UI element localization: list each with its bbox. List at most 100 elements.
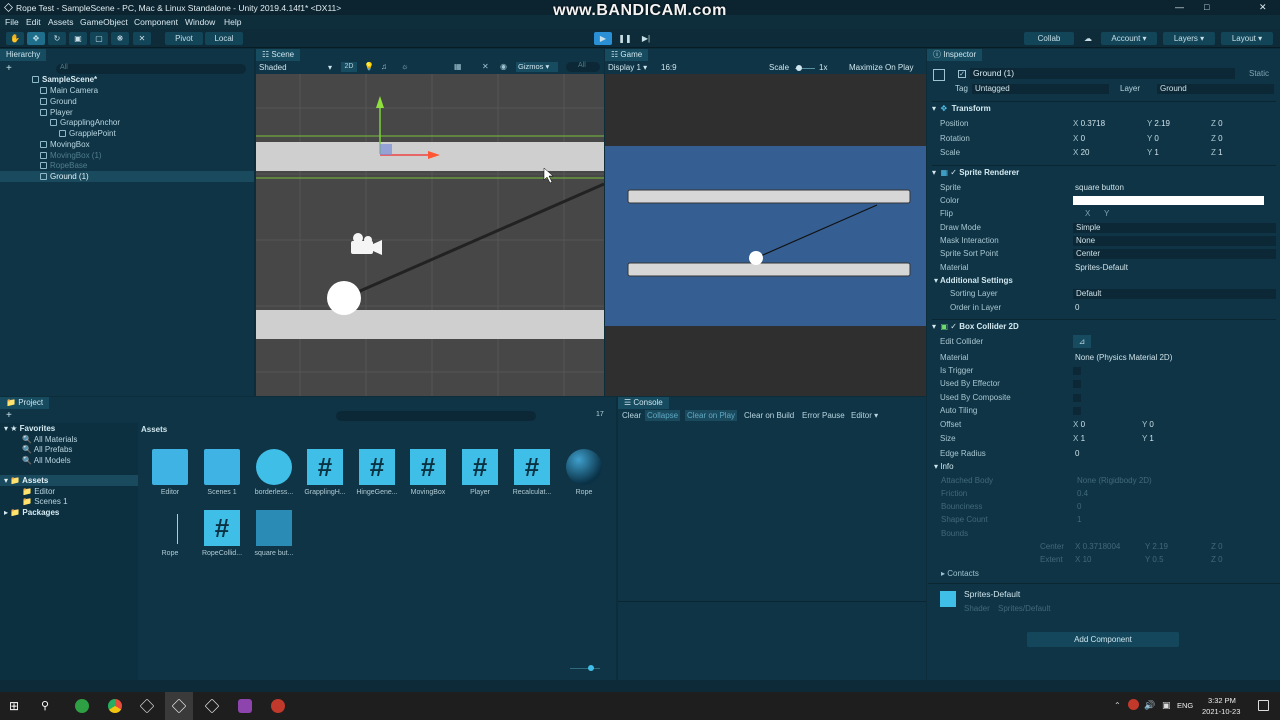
mask-dropdown[interactable]: None (1073, 236, 1276, 246)
rot-z-field[interactable]: Z 0 (1211, 133, 1223, 145)
tag-dropdown[interactable]: Untagged (972, 84, 1109, 94)
hierarchy-item[interactable]: Player (40, 108, 73, 118)
autotiling-checkbox[interactable] (1073, 407, 1081, 415)
asset-item[interactable]: # RopeCollid... (196, 510, 248, 557)
layout-dropdown[interactable]: Layout ▾ (1221, 32, 1273, 45)
unity-hub-icon[interactable] (139, 698, 155, 714)
play-button[interactable]: ▶ (594, 32, 612, 45)
shading-dropdown[interactable]: Shaded (259, 63, 287, 72)
tab-scene[interactable]: ☷ Scene (256, 49, 301, 61)
menu-edit[interactable]: Edit (26, 17, 41, 27)
windows-start-icon[interactable]: ⊞ (9, 699, 23, 713)
hierarchy-item-selected[interactable]: Ground (1) (40, 172, 89, 182)
scene-viewport[interactable] (256, 74, 604, 396)
ground-platform-bottom[interactable] (256, 310, 604, 339)
clear-button[interactable]: Clear (622, 411, 641, 420)
asset-item[interactable]: # MovingBox (402, 449, 454, 496)
audio-icon[interactable]: ♫ (381, 62, 387, 71)
contacts-foldout[interactable]: ▸ Contacts (941, 568, 979, 580)
scene-search-input[interactable]: All (566, 62, 600, 72)
zoom-slider[interactable] (570, 668, 600, 669)
sprite-field[interactable]: square button (1075, 182, 1124, 194)
offset-y-field[interactable]: Y 0 (1142, 419, 1154, 431)
order-field[interactable]: 0 (1075, 302, 1079, 314)
favorites-foldout[interactable]: ▾ ★ Favorites (4, 424, 55, 434)
asset-item[interactable]: # Recalculat... (506, 449, 558, 496)
transform-tool-button[interactable]: ❋ (111, 32, 129, 45)
pos-z-field[interactable]: Z 0 (1211, 118, 1223, 130)
edge-field[interactable]: 0 (1075, 448, 1079, 460)
hierarchy-item[interactable]: MovingBox (40, 140, 90, 150)
hierarchy-search-input[interactable]: All (56, 64, 246, 74)
sprite-renderer-header[interactable]: ▾ ▦ ✓ Sprite Renderer (932, 165, 1276, 178)
tray-chevron-icon[interactable]: ⌃ (1114, 701, 1121, 710)
breadcrumb[interactable]: Assets (141, 425, 167, 435)
create-icon[interactable]: + (6, 410, 12, 421)
asset-item[interactable]: Editor (144, 449, 196, 496)
scale-x-field[interactable]: X 20 (1073, 147, 1089, 159)
size-y-field[interactable]: Y 1 (1142, 433, 1154, 445)
zoom-slider-handle[interactable] (588, 665, 594, 671)
grid-icon[interactable]: ▦ (454, 62, 462, 71)
hierarchy-item[interactable]: GrapplingAnchor (50, 118, 120, 128)
asset-item[interactable]: square but... (248, 510, 300, 557)
rotate-tool-button[interactable]: ↻ (48, 32, 66, 45)
hierarchy-item[interactable]: RopeBase (40, 161, 87, 171)
composite-checkbox[interactable] (1073, 394, 1081, 402)
chrome-icon[interactable] (108, 699, 122, 713)
menu-window[interactable]: Window (185, 17, 215, 27)
pos-y-field[interactable]: Y 2.19 (1147, 118, 1170, 130)
clear-on-play-toggle[interactable]: Clear on Play (685, 410, 738, 421)
flip-y-checkbox[interactable]: Y (1104, 208, 1109, 220)
menu-component[interactable]: Component (134, 17, 178, 27)
pivot-toggle[interactable]: Pivot (165, 32, 203, 45)
menu-assets[interactable]: Assets (48, 17, 74, 27)
step-button[interactable]: ▶| (637, 32, 655, 45)
scale-z-field[interactable]: Z 1 (1211, 147, 1223, 159)
editor-dropdown[interactable]: Editor ▾ (851, 411, 878, 420)
asset-item[interactable]: # HingeGene... (351, 449, 403, 496)
asset-item[interactable]: # GrapplingH... (299, 449, 351, 496)
tab-game[interactable]: ☷ Game (605, 49, 649, 61)
rot-y-field[interactable]: Y 0 (1147, 133, 1159, 145)
toggle-2d-button[interactable]: 2D (341, 62, 357, 72)
rot-x-field[interactable]: X 0 (1073, 133, 1085, 145)
game-viewport[interactable] (605, 74, 926, 396)
gizmos-dropdown[interactable]: Gizmos ▾ (516, 62, 558, 72)
pause-button[interactable]: ❚❚ (616, 32, 634, 45)
local-toggle[interactable]: Local (205, 32, 243, 45)
scale-tool-button[interactable]: ▣ (69, 32, 87, 45)
fav-item[interactable]: 🔍 All Models (22, 456, 71, 466)
draw-mode-dropdown[interactable]: Simple (1073, 223, 1276, 233)
camera-gizmo-icon[interactable] (351, 233, 382, 255)
player-circle[interactable] (327, 281, 361, 315)
flip-x-checkbox[interactable]: X (1085, 208, 1090, 220)
asset-item[interactable]: borderless... (248, 449, 300, 496)
asset-item[interactable]: Scenes 1 (196, 449, 248, 496)
move-tool-button[interactable]: ✥ (27, 32, 45, 45)
scale-y-field[interactable]: Y 1 (1147, 147, 1159, 159)
material-field[interactable]: Sprites-Default (1075, 262, 1128, 274)
additional-settings-foldout[interactable]: ▾ Additional Settings (934, 275, 1013, 287)
fav-item[interactable]: 🔍 All Materials (22, 435, 77, 445)
layer-dropdown[interactable]: Ground (1157, 84, 1274, 94)
asset-item[interactable]: Rope (144, 510, 196, 557)
tab-console[interactable]: ☰ Console (618, 397, 669, 409)
color-swatch[interactable] (1073, 196, 1264, 205)
hierarchy-item[interactable]: Main Camera (40, 86, 98, 96)
add-icon[interactable]: + (6, 63, 12, 74)
effects-icon[interactable]: ☼ (401, 62, 408, 71)
sort-point-dropdown[interactable]: Center (1073, 249, 1276, 259)
sorting-layer-dropdown[interactable]: Default (1073, 289, 1276, 299)
gizmo-plane[interactable] (380, 144, 392, 155)
minimize-button[interactable]: — (1175, 2, 1184, 12)
language-indicator[interactable]: ENG (1177, 701, 1193, 710)
search-icon[interactable]: ⚲ (41, 699, 55, 713)
size-x-field[interactable]: X 1 (1073, 433, 1085, 445)
collapse-toggle[interactable]: Collapse (645, 410, 681, 421)
tab-hierarchy[interactable]: Hierarchy (0, 49, 47, 61)
hierarchy-scene-row[interactable]: SampleScene* (32, 75, 97, 85)
close-button[interactable]: ✕ (1259, 2, 1267, 13)
hierarchy-item[interactable]: GrapplePoint (59, 129, 116, 139)
visual-studio-icon[interactable] (238, 699, 252, 713)
